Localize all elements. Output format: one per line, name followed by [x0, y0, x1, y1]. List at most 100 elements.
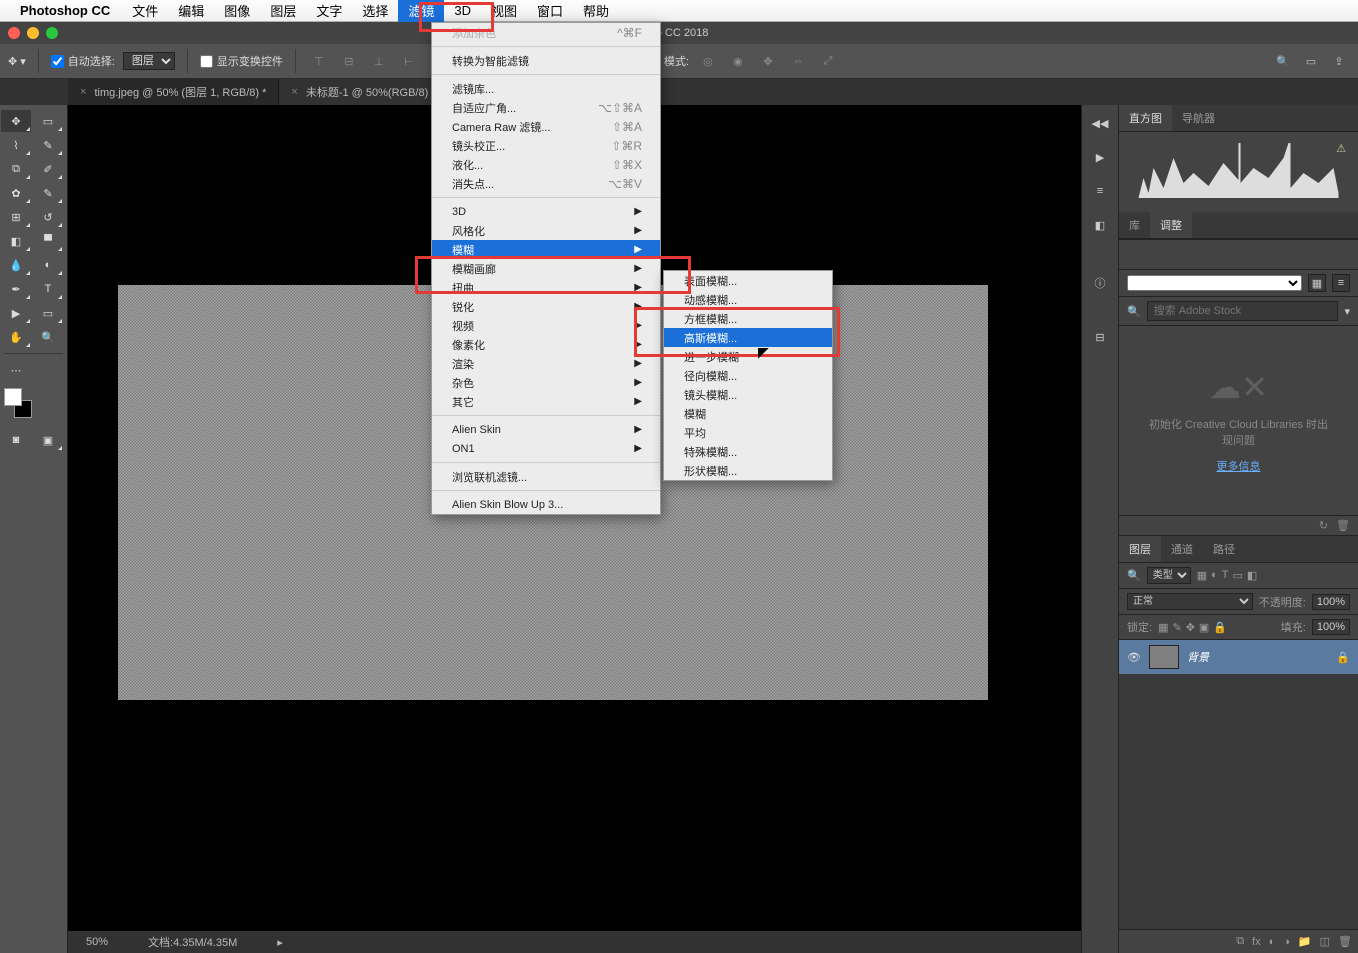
3d-pan-icon[interactable]: ✥	[757, 50, 779, 72]
expand-panels-icon[interactable]: ◀◀	[1088, 111, 1112, 135]
move-tool-icon[interactable]: ✥ ▾	[8, 55, 26, 68]
menu-help[interactable]: 帮助	[573, 0, 619, 22]
dodge-tool[interactable]: ◐	[33, 254, 63, 276]
filter-stylize[interactable]: 风格化▶	[432, 221, 660, 240]
filter-other[interactable]: 其它▶	[432, 392, 660, 411]
tab-navigator[interactable]: 导航器	[1172, 105, 1225, 131]
histogram-warn-icon[interactable]: ⚠	[1336, 142, 1346, 155]
blend-mode[interactable]: 正常	[1127, 593, 1253, 610]
filter-camera-raw[interactable]: Camera Raw 滤镜...⇧⌘A	[432, 117, 660, 136]
clone-panel-icon[interactable]: ◧	[1088, 213, 1112, 237]
filter-gallery[interactable]: 滤镜库...	[432, 79, 660, 98]
menu-3d[interactable]: 3D	[444, 1, 481, 20]
filter-lens[interactable]: 镜头校正...⇧⌘R	[432, 136, 660, 155]
align-left-icon[interactable]: ⊢	[398, 50, 420, 72]
tab-libraries[interactable]: 库	[1119, 212, 1150, 238]
blur-radial[interactable]: 径向模糊...	[664, 366, 832, 385]
filter-sharpen[interactable]: 锐化▶	[432, 297, 660, 316]
zoom-level[interactable]: 50%	[86, 936, 108, 948]
close-tab-icon[interactable]: ×	[291, 86, 297, 98]
close-window[interactable]	[8, 27, 20, 39]
filter-pixelate[interactable]: 像素化▶	[432, 335, 660, 354]
layer-mask-icon[interactable]: ◐	[1269, 936, 1276, 948]
filter-last[interactable]: 添加杂色^⌘F	[432, 23, 660, 42]
new-layer-icon[interactable]: ◫	[1320, 935, 1330, 948]
tab-channels[interactable]: 通道	[1161, 536, 1203, 562]
lock-move-icon[interactable]: ✥	[1186, 621, 1195, 634]
lock-pixels-icon[interactable]: ▦	[1158, 621, 1168, 634]
pen-tool[interactable]: ✒	[1, 278, 31, 300]
filter-smart[interactable]: 转换为智能滤镜	[432, 51, 660, 70]
menu-view[interactable]: 视图	[481, 0, 527, 22]
filter-type-icon[interactable]: T	[1222, 569, 1229, 582]
info-panel-icon[interactable]: ⓘ	[1088, 271, 1112, 295]
status-arrow-icon[interactable]: ▸	[277, 936, 283, 949]
history-panel-icon[interactable]: ▶	[1088, 145, 1112, 169]
filter-adjust-icon[interactable]: ◐	[1211, 569, 1218, 582]
lock-icon[interactable]: 🔒	[1336, 651, 1350, 664]
quickmask-tool[interactable]: ◙	[1, 429, 31, 451]
menu-layer[interactable]: 图层	[260, 0, 306, 22]
menu-type[interactable]: 文字	[306, 0, 352, 22]
adjustment-layer-icon[interactable]: ◑	[1283, 936, 1290, 948]
menu-filter[interactable]: 滤镜	[398, 0, 444, 22]
filter-vanish[interactable]: 消失点...⌥⌘V	[432, 174, 660, 193]
brush-tool[interactable]: ✎	[33, 182, 63, 204]
delete-layer-icon[interactable]: 🗑	[1338, 935, 1352, 948]
auto-select-target[interactable]: 图层	[123, 52, 175, 70]
view-list-icon[interactable]: ≡	[1332, 274, 1350, 292]
filter-render[interactable]: 渲染▶	[432, 354, 660, 373]
filter-pixel-icon[interactable]: ▦	[1197, 569, 1207, 582]
view-grid-icon[interactable]: ▦	[1308, 274, 1326, 292]
blur-tool[interactable]: 💧	[1, 254, 31, 276]
filter-browse[interactable]: 浏览联机滤镜...	[432, 467, 660, 486]
path-select-tool[interactable]: ▶	[1, 302, 31, 324]
tab-1[interactable]: ×未标题-1 @ 50%(RGB/8)	[279, 79, 441, 105]
align-vmid-icon[interactable]: ⊟	[338, 50, 360, 72]
minimize-window[interactable]	[27, 27, 39, 39]
filter-alien[interactable]: Alien Skin▶	[432, 420, 660, 439]
3d-scale-icon[interactable]: ⤢	[817, 50, 839, 72]
doc-size[interactable]: 文档:4.35M/4.35M	[148, 934, 237, 950]
type-tool[interactable]: T	[33, 278, 63, 300]
layer-background[interactable]: 👁 背景 🔒	[1119, 640, 1358, 674]
layer-group-icon[interactable]: 📁	[1298, 935, 1312, 948]
filter-blur[interactable]: 模糊▶	[432, 240, 660, 259]
properties-panel-icon[interactable]: ⊟	[1088, 325, 1112, 349]
tab-paths[interactable]: 路径	[1203, 536, 1245, 562]
shape-tool[interactable]: ▭	[33, 302, 63, 324]
tab-0[interactable]: ×timg.jpeg @ 50% (图层 1, RGB/8) *	[68, 79, 279, 105]
filter-distort[interactable]: 扭曲▶	[432, 278, 660, 297]
zoom-window[interactable]	[46, 27, 58, 39]
blur-lens[interactable]: 镜头模糊...	[664, 385, 832, 404]
move-tool[interactable]: ✥	[1, 110, 31, 132]
eraser-tool[interactable]: ◧	[1, 230, 31, 252]
cc-trash-icon[interactable]: 🗑	[1336, 519, 1350, 532]
blur-average[interactable]: 平均	[664, 423, 832, 442]
menu-file[interactable]: 文件	[122, 0, 168, 22]
screenmode-tool[interactable]: ▣	[33, 429, 63, 451]
auto-select-check[interactable]: 自动选择:	[51, 53, 115, 69]
layer-thumbnail[interactable]	[1149, 645, 1179, 669]
link-layers-icon[interactable]: ⧉	[1236, 935, 1244, 948]
blur-special[interactable]: 特殊模糊...	[664, 442, 832, 461]
history-brush-tool[interactable]: ↺	[33, 206, 63, 228]
blur-further[interactable]: 进一步模糊	[664, 347, 832, 366]
cc-more-info-link[interactable]: 更多信息	[1217, 458, 1261, 474]
blur-motion[interactable]: 动感模糊...	[664, 290, 832, 309]
opacity-value[interactable]: 100%	[1312, 594, 1350, 610]
3d-orbit-icon[interactable]: ◎	[697, 50, 719, 72]
blur-box[interactable]: 方框模糊...	[664, 309, 832, 328]
layer-style-icon[interactable]: fx	[1252, 936, 1261, 948]
clone-tool[interactable]: ⊞	[1, 206, 31, 228]
align-top-icon[interactable]: ⊤	[308, 50, 330, 72]
healing-tool[interactable]: ✿	[1, 182, 31, 204]
filter-noise[interactable]: 杂色▶	[432, 373, 660, 392]
stock-dropdown-icon[interactable]: ▾	[1344, 305, 1350, 318]
hand-tool[interactable]: ✋	[1, 326, 31, 348]
zoom-tool[interactable]: 🔍	[33, 326, 63, 348]
eyedropper-tool[interactable]: ✐	[33, 158, 63, 180]
gradient-tool[interactable]: ▀	[33, 230, 63, 252]
library-select[interactable]	[1127, 275, 1302, 291]
stock-search[interactable]	[1147, 301, 1339, 321]
